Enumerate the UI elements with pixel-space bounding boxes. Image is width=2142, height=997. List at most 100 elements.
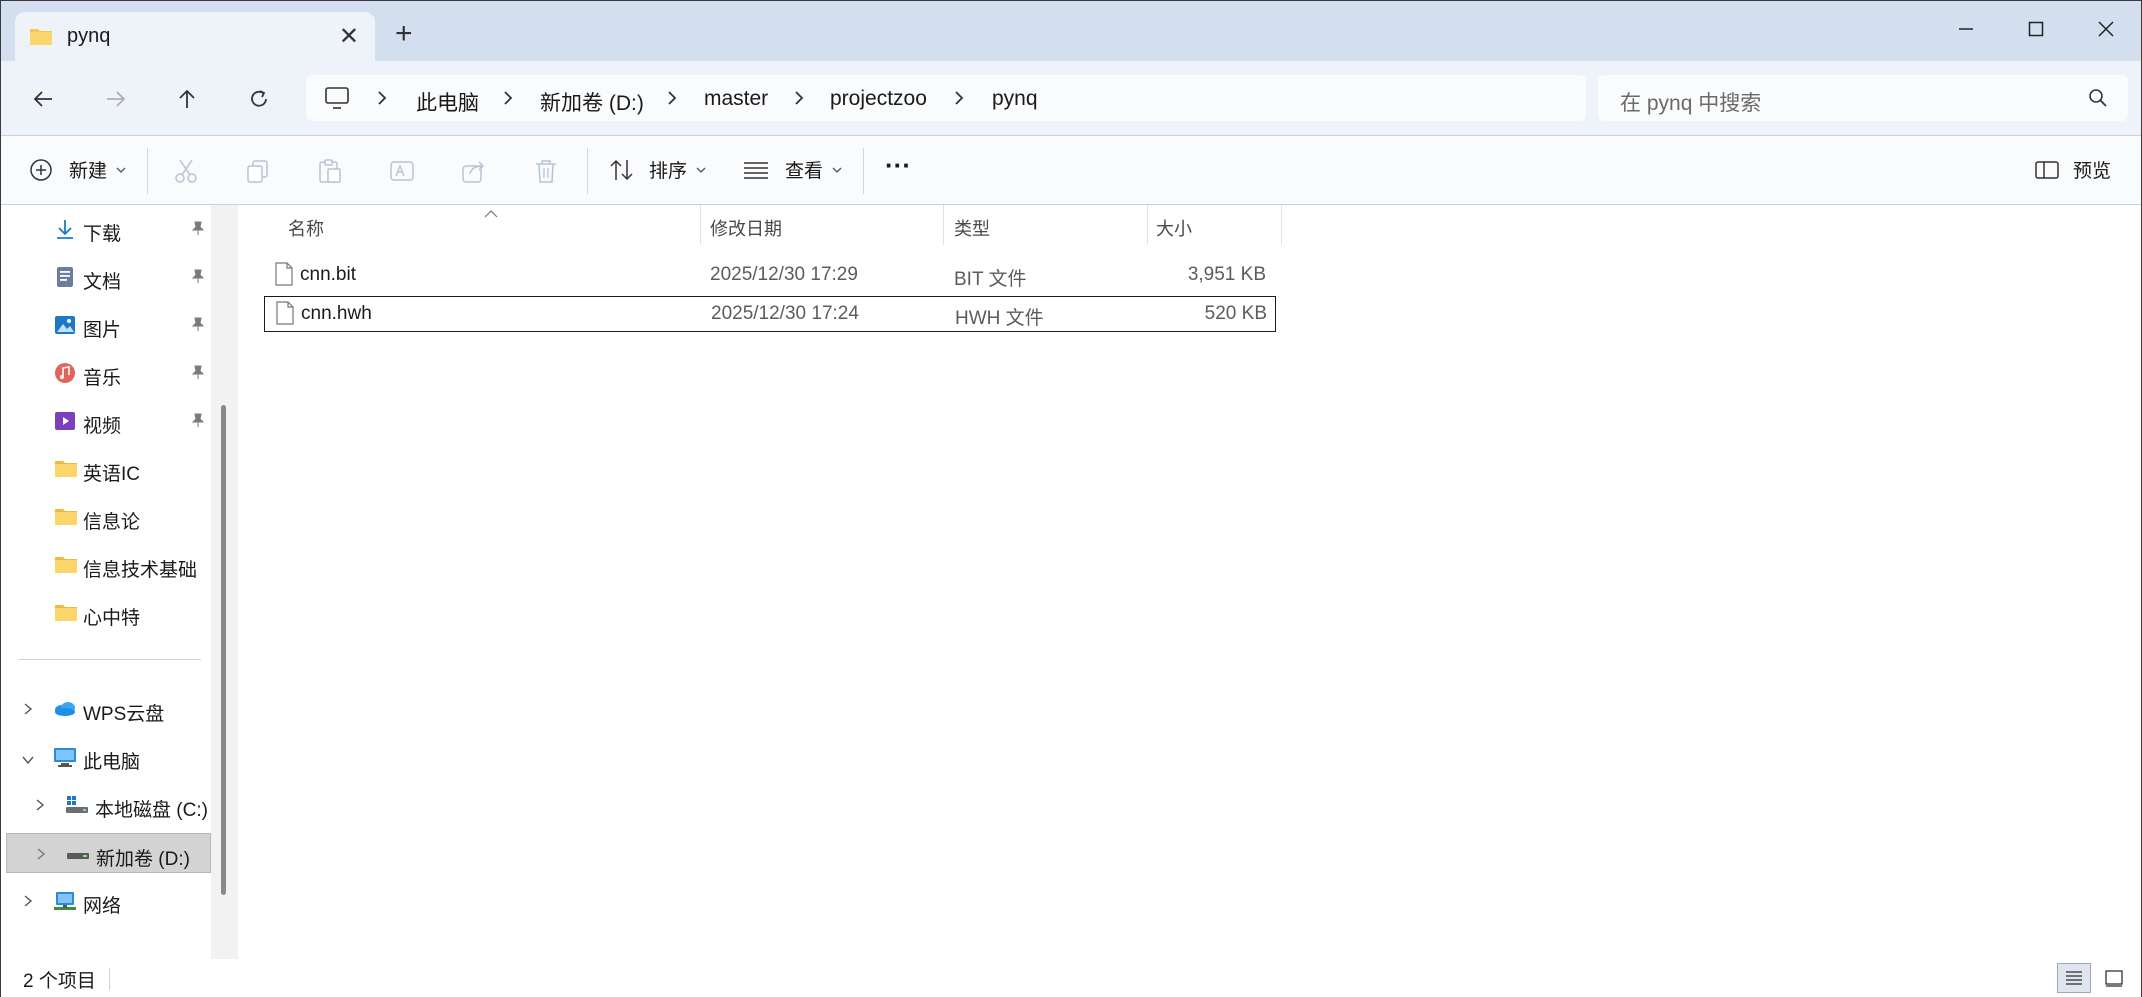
- pin-icon[interactable]: [190, 364, 206, 385]
- sidebar-item-music[interactable]: 音乐: [1, 353, 211, 393]
- column-header-name[interactable]: 名称: [288, 215, 324, 241]
- sidebar-item-folder[interactable]: 英语IC: [1, 449, 211, 489]
- chevron-down-icon: [116, 167, 126, 173]
- copy-icon[interactable]: [245, 158, 271, 189]
- column-divider[interactable]: [700, 205, 701, 245]
- breadcrumb-drive-d[interactable]: 新加卷 (D:): [540, 87, 644, 117]
- preview-label: 预览: [2073, 161, 2112, 182]
- file-name: cnn.hwh: [301, 303, 372, 324]
- chevron-right-icon[interactable]: [23, 702, 33, 721]
- search-input[interactable]: 在 pynq 中搜索: [1620, 87, 1761, 117]
- sort-button[interactable]: 排序: [609, 156, 707, 183]
- plus-circle-icon: [30, 158, 52, 181]
- chevron-right-icon[interactable]: [953, 90, 965, 111]
- folder-icon: [29, 26, 53, 51]
- computer-icon: [53, 746, 77, 773]
- sidebar-item-label: 音乐: [83, 368, 122, 389]
- chevron-down-icon: [696, 167, 706, 173]
- chevron-right-icon[interactable]: [23, 894, 33, 913]
- table-row[interactable]: cnn.bit 2025/12/30 17:29 BIT 文件 3,951 KB: [264, 257, 1276, 293]
- sidebar-item-label: 文档: [83, 272, 122, 293]
- sidebar-item-label: 信息技术基础: [83, 560, 198, 581]
- pin-icon[interactable]: [190, 412, 206, 433]
- sidebar-item-folder[interactable]: 心中特: [1, 593, 211, 633]
- table-row[interactable]: cnn.hwh 2025/12/30 17:24 HWH 文件 520 KB: [264, 296, 1276, 332]
- sidebar-item-downloads[interactable]: 下载: [1, 209, 211, 249]
- chevron-right-icon[interactable]: [35, 798, 45, 817]
- divider: [147, 148, 148, 194]
- column-divider[interactable]: [1147, 205, 1148, 245]
- sidebar-item-label: 信息论: [83, 512, 141, 533]
- sidebar-item-label: 视频: [83, 416, 122, 437]
- sidebar-item-this-pc[interactable]: 此电脑: [1, 737, 211, 777]
- cut-icon[interactable]: [173, 158, 199, 189]
- details-view-button[interactable]: [2057, 963, 2091, 993]
- column-header-size[interactable]: 大小: [1156, 215, 1192, 241]
- view-button[interactable]: 查看: [743, 156, 843, 183]
- file-size: 3,951 KB: [1187, 264, 1266, 285]
- tab-pynq[interactable]: pynq ✕: [15, 12, 375, 61]
- file-type: HWH 文件: [955, 308, 1044, 329]
- column-header-modified[interactable]: 修改日期: [710, 215, 782, 241]
- sidebar-item-videos[interactable]: 视频: [1, 401, 211, 441]
- scrollbar-thumb[interactable]: [221, 405, 226, 895]
- share-icon[interactable]: [461, 158, 487, 189]
- delete-icon[interactable]: [533, 158, 559, 189]
- document-icon: [54, 266, 76, 293]
- paste-icon[interactable]: [317, 158, 343, 189]
- chevron-right-icon[interactable]: [36, 847, 46, 866]
- minimize-button[interactable]: [1936, 9, 1996, 49]
- column-divider[interactable]: [943, 205, 944, 245]
- column-header-type[interactable]: 类型: [954, 215, 990, 241]
- pictures-icon: [54, 314, 76, 341]
- navigation-bar: 此电脑 新加卷 (D:) master projectzoo pynq 在 py…: [1, 61, 2141, 135]
- rename-icon[interactable]: [389, 158, 415, 189]
- breadcrumb-projectzoo[interactable]: projectzoo: [830, 87, 927, 111]
- sidebar-item-folder[interactable]: 信息技术基础: [1, 545, 211, 585]
- chevron-right-icon[interactable]: [666, 90, 678, 111]
- new-tab-button[interactable]: +: [395, 19, 413, 49]
- close-tab-icon[interactable]: ✕: [339, 22, 359, 51]
- sidebar-item-drive-c[interactable]: 本地磁盘 (C:): [1, 785, 211, 825]
- chevron-right-icon[interactable]: [793, 90, 805, 111]
- chevron-down-icon[interactable]: [21, 752, 35, 770]
- sidebar-item-network[interactable]: 网络: [1, 881, 211, 921]
- sidebar-item-label: WPS云盘: [83, 704, 165, 725]
- more-options-button[interactable]: ···: [885, 150, 911, 181]
- tiles-view-button[interactable]: [2097, 963, 2131, 993]
- sidebar-item-label: 此电脑: [83, 752, 141, 773]
- preview-pane-button[interactable]: 预览: [2035, 156, 2111, 183]
- breadcrumb-master[interactable]: master: [704, 87, 768, 111]
- sidebar-item-drive-d[interactable]: 新加卷 (D:): [6, 833, 211, 873]
- forward-button[interactable]: [96, 79, 136, 119]
- breadcrumb-this-pc[interactable]: 此电脑: [416, 87, 479, 117]
- sidebar-scrollbar[interactable]: [211, 205, 239, 959]
- back-button[interactable]: [23, 79, 63, 119]
- pin-icon[interactable]: [190, 220, 206, 241]
- sidebar-item-pictures[interactable]: 图片: [1, 305, 211, 345]
- column-divider[interactable]: [1281, 205, 1282, 245]
- pin-icon[interactable]: [190, 316, 206, 337]
- tab-title: pynq: [67, 25, 111, 47]
- chevron-right-icon[interactable]: [376, 90, 388, 111]
- address-bar[interactable]: 此电脑 新加卷 (D:) master projectzoo pynq: [306, 75, 1586, 121]
- maximize-button[interactable]: [2006, 9, 2066, 49]
- sort-label: 排序: [649, 161, 688, 182]
- sidebar-item-label: 英语IC: [83, 464, 141, 485]
- title-bar: pynq ✕ +: [1, 1, 2141, 61]
- sidebar-item-documents[interactable]: 文档: [1, 257, 211, 297]
- chevron-right-icon[interactable]: [502, 90, 514, 111]
- file-size: 520 KB: [1204, 303, 1267, 324]
- close-window-button[interactable]: [2076, 9, 2136, 49]
- search-box[interactable]: 在 pynq 中搜索: [1598, 75, 2128, 121]
- refresh-button[interactable]: [239, 79, 279, 119]
- divider: [587, 148, 588, 194]
- new-button[interactable]: 新建: [29, 156, 127, 183]
- breadcrumb-pynq[interactable]: pynq: [992, 87, 1038, 111]
- pin-icon[interactable]: [190, 268, 206, 289]
- up-button[interactable]: [167, 79, 207, 119]
- sidebar-item-folder[interactable]: 信息论: [1, 497, 211, 537]
- file-modified: 2025/12/30 17:29: [710, 264, 858, 285]
- item-count: 2 个项目: [23, 971, 96, 992]
- sidebar-item-wps-cloud[interactable]: WPS云盘: [1, 689, 211, 729]
